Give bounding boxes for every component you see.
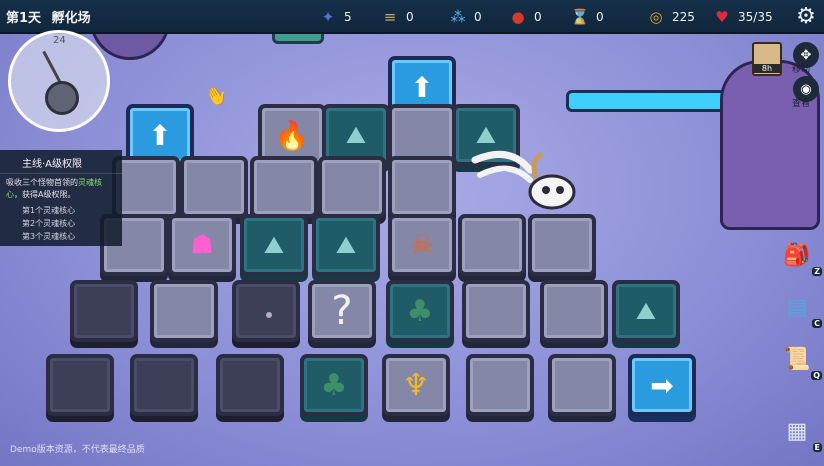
tile-plain-9[interactable] [528, 214, 596, 276]
resource-value: 0 [474, 10, 482, 24]
tile-forest-2[interactable]: ♣ [300, 354, 368, 416]
coin-icon: ◎ [649, 8, 663, 26]
quest-item: 第1个灵魂核心 [22, 206, 76, 215]
quest-desc-post: ，获得A级权限。 [14, 190, 76, 199]
tile-mountain-3[interactable]: ⛰ [240, 214, 308, 276]
tile-plain-5[interactable] [318, 156, 386, 218]
up-arrow-left-icon: ⬆ [148, 118, 172, 152]
hotkey-label: Z [812, 267, 822, 276]
day-label: 第1天 [6, 11, 42, 26]
backpack-icon: 🎒 [783, 242, 811, 268]
resource-value: 0 [596, 10, 604, 24]
tile-dark-1[interactable] [70, 280, 138, 342]
tile-plain-10[interactable] [150, 280, 218, 342]
tile-mountain-5[interactable]: ⛰ [612, 280, 680, 342]
day-location-label: 第1天 孵化场 [6, 7, 91, 26]
tile-pink-monster[interactable]: ☗ [168, 214, 236, 276]
tile-dark-4[interactable] [130, 354, 198, 416]
resource-hourglass: ⌛ 0 [570, 6, 604, 28]
boss-portrait-icon: ☠ [410, 230, 434, 260]
resource-coin: ◎ 225 [646, 6, 695, 28]
quest-panel[interactable]: 主线·A级权限 吸收三个怪物首领的灵魂核心，获得A级权限。 第1个灵魂核心 第2… [0, 150, 122, 246]
pink-monster-icon: ☗ [190, 230, 214, 260]
tile-plain-11[interactable] [462, 280, 530, 342]
hotkey-label: Q [811, 371, 822, 380]
quest-desc-pre: 吸收三个怪物首领的 [6, 178, 78, 187]
game-stage: ☥ ✋ ⬆⬆🔥⛰⛰☗⛰⛰☠?♣⛰♣♆➡ 第1天 孵化场 ✦5≡0⁂0●0⌛0◎2… [0, 0, 824, 466]
forest-2-icon: ♣ [320, 367, 348, 403]
quest-item: 第2个灵魂核心 [22, 219, 76, 228]
view-label: 查看 [792, 99, 811, 109]
tile-dark-2[interactable] [232, 280, 300, 342]
heart-icon: ♥ [715, 8, 729, 26]
resource-value: 0 [406, 10, 414, 24]
wood-icon: ≡ [383, 8, 397, 26]
tile-mountain-4[interactable]: ⛰ [312, 214, 380, 276]
quest-scroll-button[interactable]: 📜 Q [776, 338, 822, 380]
gauntlet-icon: ✋ [202, 81, 233, 112]
tile-golden-relic[interactable]: ♆ [382, 354, 450, 416]
resource-bar: 第1天 孵化场 ✦ 5 ≡ 0 ⁂ 0 ● 0 ⌛ 0 ◎ 225 ♥ 35/35 ⚙ [0, 0, 824, 34]
right-arrow-icon: ➡ [650, 368, 674, 402]
resource-heart: ♥ 35/35 [712, 6, 773, 28]
skull-bones-icon [471, 150, 576, 210]
resource-value: 225 [672, 10, 695, 24]
tile-plain-12[interactable] [540, 280, 608, 342]
backpack-button[interactable]: 🎒 Z [776, 234, 822, 276]
location-label: 孵化场 [51, 11, 91, 26]
resource-wood: ≡ 0 [380, 6, 414, 28]
cards-button[interactable]: ▤ C [776, 286, 822, 328]
resource-crystal: ✦ 5 [318, 6, 352, 28]
mountain-5-icon: ⛰ [635, 297, 657, 325]
tile-dark-5[interactable] [216, 354, 284, 416]
move-label: 移动 [792, 65, 811, 75]
tile-plain-14[interactable] [548, 354, 616, 416]
quest-title: 主线·A级权限 [0, 150, 122, 174]
tile-right-arrow[interactable]: ➡ [628, 354, 696, 416]
tile-plain-6[interactable] [388, 156, 456, 218]
tile-plain-13[interactable] [466, 354, 534, 416]
hotkey-label: C [812, 319, 822, 328]
time-card[interactable]: 8h [752, 42, 782, 76]
tile-mystery[interactable]: ? [308, 280, 376, 342]
tile-forest-1[interactable]: ♣ [386, 280, 454, 342]
resource-value: 0 [534, 10, 542, 24]
quest-item: 第3个灵魂核心 [22, 232, 76, 241]
resource-stone: ⁂ 0 [448, 6, 482, 28]
stone-icon: ⁂ [450, 8, 466, 26]
tile-dark-3[interactable] [46, 354, 114, 416]
time-card-label: 8h [754, 64, 780, 73]
mountain-4-icon: ⛰ [335, 231, 357, 259]
quest-description: 吸收三个怪物首领的灵魂核心，获得A级权限。 [0, 174, 122, 204]
hotkey-label: E [812, 443, 822, 452]
tile-plain-4[interactable] [250, 156, 318, 218]
mystery-icon: ? [331, 288, 353, 334]
fire-spirit-icon: 🔥 [274, 118, 310, 152]
mountain-1-icon: ⛰ [345, 121, 367, 149]
tile-plain-2[interactable] [112, 156, 180, 218]
forest-1-icon: ♣ [406, 293, 434, 329]
blood-drop-icon: ● [511, 8, 525, 26]
cards-icon: ▤ [786, 294, 808, 320]
water-pool [566, 90, 736, 112]
map-button[interactable]: ▦ E [776, 410, 822, 452]
day-clock: 24 [8, 30, 110, 132]
demo-note: Demo版本资源，不代表最终品质 [10, 445, 145, 455]
mountain-3-icon: ⛰ [263, 231, 285, 259]
tile-boss-portrait[interactable]: ☠ [388, 214, 456, 276]
cursor-dot [266, 312, 272, 318]
resource-value: 5 [344, 10, 352, 24]
resource-value: 35/35 [738, 10, 773, 24]
map-grid-icon: ▦ [786, 418, 808, 444]
tile-plain-3[interactable] [180, 156, 248, 218]
hourglass-icon: ⌛ [570, 8, 590, 26]
sun-icon [45, 81, 79, 115]
tile-plain-8[interactable] [458, 214, 526, 276]
clock-number: 24 [53, 35, 66, 46]
crystal-icon: ✦ [321, 8, 335, 26]
resource-blood-drop: ● 0 [508, 6, 542, 28]
scroll-icon: 📜 [783, 346, 811, 372]
gear-icon[interactable]: ⚙ [794, 5, 818, 29]
golden-relic-icon: ♆ [402, 367, 430, 403]
